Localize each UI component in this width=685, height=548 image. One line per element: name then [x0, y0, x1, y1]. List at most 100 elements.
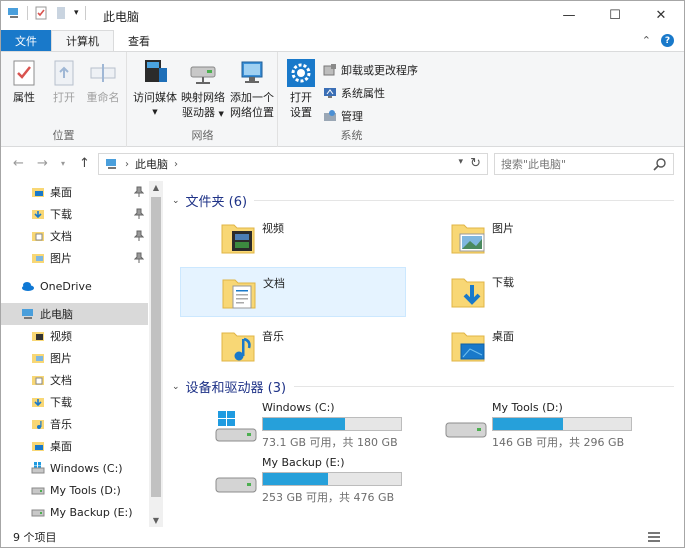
nav-item-pictures[interactable]: 图片 [1, 347, 148, 369]
explorer-window: ▾ 此电脑 — ☐ ✕ 文件 计算机 查看 ⌃ ? 属性 打开 重命名 位置 访… [0, 0, 685, 548]
folders-section-header[interactable]: ⌄ 文件夹 (6) [172, 191, 247, 210]
uninstall-program-button[interactable]: 卸载或更改程序 [323, 62, 418, 78]
up-arrow-icon[interactable]: ↑ [79, 156, 90, 171]
pin-icon[interactable] [134, 230, 144, 242]
computer-icon[interactable] [7, 6, 21, 20]
pin-icon[interactable] [134, 208, 144, 220]
folder-label: 图片 [492, 222, 514, 235]
videos-folder-icon [32, 332, 44, 341]
nav-item-label: 桌面 [50, 440, 72, 453]
folder-tile-desktop[interactable]: 桌面 [410, 321, 636, 371]
close-button[interactable]: ✕ [638, 1, 684, 30]
drives-section-title: 设备和驱动器 (3) [185, 381, 287, 396]
pin-icon[interactable] [134, 186, 144, 198]
nav-item-downloads[interactable]: 下载 [1, 391, 148, 413]
new-folder-icon[interactable] [54, 6, 68, 20]
drive-tile-c[interactable]: Windows (C:) 73.1 GB 可用，共 180 GB [180, 401, 406, 451]
section-divider [294, 386, 674, 387]
folder-tile-documents[interactable]: 文档 [180, 267, 406, 317]
nav-item-label: 文档 [50, 230, 72, 243]
drive-tile-d[interactable]: My Tools (D:) 146 GB 可用，共 296 GB [410, 401, 636, 451]
search-icon [653, 158, 666, 171]
rename-label: 重命名 [86, 91, 120, 104]
folder-tile-videos[interactable]: 视频 [180, 213, 406, 263]
drive-icon [215, 477, 257, 493]
nav-scrollbar[interactable]: ▲ ▼ [149, 181, 163, 527]
nav-item-desktop[interactable]: 桌面 [1, 181, 148, 203]
manage-button[interactable]: 管理 [323, 108, 363, 124]
media-icon [145, 60, 167, 82]
scroll-up-icon[interactable]: ▲ [149, 183, 163, 192]
customize-toolbar-icon[interactable]: ▾ [74, 8, 79, 18]
add-location-label-line1: 添加一个 [230, 91, 274, 104]
nav-item-videos[interactable]: 视频 [1, 325, 148, 347]
access-media-button[interactable]: 访问媒体 ▼ [131, 58, 179, 120]
scroll-down-icon[interactable]: ▼ [149, 516, 163, 525]
recent-locations-icon[interactable]: ▾ [61, 159, 65, 168]
breadcrumb-separator-icon[interactable]: › [125, 159, 129, 170]
open-settings-button[interactable]: 打开 设置 [283, 58, 319, 120]
nav-item-drive-e[interactable]: My Backup (E:) [1, 501, 148, 523]
window-title: 此电脑 [103, 10, 140, 24]
back-arrow-icon[interactable]: ← [13, 156, 24, 171]
scrollbar-thumb[interactable] [151, 197, 161, 497]
address-bar[interactable]: › 此电脑 › ▾ ↻ [98, 153, 488, 175]
onedrive-cloud-icon [22, 282, 34, 291]
drive-icon [445, 422, 487, 438]
system-properties-icon [324, 88, 336, 98]
nav-item-label: 下载 [50, 208, 72, 221]
breadcrumb-separator-icon[interactable]: › [174, 159, 178, 170]
add-network-location-button[interactable]: 添加一个 网络位置 [228, 58, 276, 120]
collapse-ribbon-icon[interactable]: ⌃ [642, 34, 651, 47]
access-media-label: 访问媒体 [133, 91, 177, 104]
nav-item-label: 文档 [50, 374, 72, 387]
system-properties-button[interactable]: 系统属性 [323, 85, 385, 101]
minimize-button[interactable]: — [546, 1, 592, 30]
properties-check-icon[interactable] [34, 6, 48, 20]
pin-icon[interactable] [134, 252, 144, 264]
nav-item-label: 此电脑 [40, 308, 73, 321]
tab-view[interactable]: 查看 [114, 30, 164, 51]
pictures-folder-icon [32, 254, 44, 263]
nav-item-music[interactable]: 音乐 [1, 413, 148, 435]
help-icon[interactable]: ? [661, 34, 674, 47]
nav-item-desktop[interactable]: 桌面 [1, 435, 148, 457]
folder-tile-music[interactable]: 音乐 [180, 321, 406, 371]
drives-section-header[interactable]: ⌄ 设备和驱动器 (3) [172, 377, 286, 396]
tab-file[interactable]: 文件 [1, 30, 51, 51]
tab-computer[interactable]: 计算机 [51, 30, 114, 51]
ribbon: 属性 打开 重命名 位置 访问媒体 ▼ 映射网络 驱动器 ▼ 添加一个 网络位置… [1, 51, 684, 147]
properties-button[interactable]: 属性 [7, 58, 41, 105]
open-button[interactable]: 打开 [47, 58, 81, 105]
collapse-chevron-icon[interactable]: ⌄ [172, 196, 180, 206]
nav-item-drive-d[interactable]: My Tools (D:) [1, 479, 148, 501]
maximize-button[interactable]: ☐ [592, 1, 638, 30]
forward-arrow-icon[interactable]: → [37, 156, 48, 171]
rename-button[interactable]: 重命名 [83, 58, 123, 105]
nav-item-onedrive[interactable]: OneDrive [1, 275, 148, 297]
address-dropdown-icon[interactable]: ▾ [458, 157, 463, 167]
nav-item-drive-c[interactable]: Windows (C:) [1, 457, 148, 479]
nav-item-this-pc[interactable]: 此电脑 [1, 303, 148, 325]
folder-tile-pictures[interactable]: 图片 [410, 213, 636, 263]
nav-item-label: Windows (C:) [50, 461, 123, 475]
drive-tile-e[interactable]: My Backup (E:) 253 GB 可用，共 476 GB [180, 456, 406, 506]
collapse-chevron-icon[interactable]: ⌄ [172, 382, 180, 392]
nav-item-downloads[interactable]: 下载 [1, 203, 148, 225]
folder-tile-downloads[interactable]: 下载 [410, 267, 636, 317]
open-settings-label-line1: 打开 [290, 91, 312, 104]
search-input[interactable]: 搜索"此电脑" [494, 153, 674, 175]
refresh-icon[interactable]: ↻ [470, 156, 481, 171]
nav-item-documents[interactable]: 文档 [1, 225, 148, 247]
uninstall-label: 卸载或更改程序 [341, 64, 418, 77]
details-view-icon[interactable] [648, 531, 660, 543]
documents-folder-icon [32, 376, 44, 385]
nav-item-documents[interactable]: 文档 [1, 369, 148, 391]
drive-free-space: 146 GB 可用，共 296 GB [492, 436, 625, 449]
map-network-drive-button[interactable]: 映射网络 驱动器 ▼ [178, 58, 228, 122]
breadcrumb-this-pc[interactable]: 此电脑 [135, 156, 168, 172]
nav-item-pictures[interactable]: 图片 [1, 247, 148, 269]
computer-icon [22, 309, 33, 319]
network-location-icon [241, 61, 263, 83]
documents-folder-icon [222, 279, 256, 309]
